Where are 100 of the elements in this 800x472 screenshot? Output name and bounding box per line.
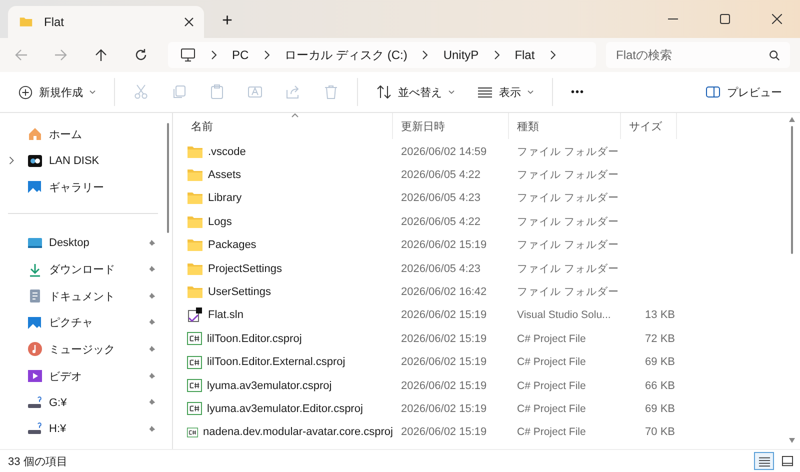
file-row[interactable]: Flat.sln 2026/06/02 15:19 Visual Studio Solu... 13 KB [187, 304, 784, 328]
date-cell-text: 2026/06/02 15:19 [400, 332, 488, 345]
file-row[interactable]: lilToon.Editor.csproj 2026/06/02 15:19 C# Project File 72 KB [187, 327, 784, 351]
file-name: lyuma.av3emulator.csproj [207, 380, 332, 392]
close-icon[interactable] [772, 14, 782, 24]
sidebar-item[interactable]: G:¥ [0, 389, 164, 416]
sidebar-item[interactable]: ダウンロード [0, 256, 164, 283]
window-tab[interactable]: Flat [8, 6, 204, 38]
file-row[interactable]: nadena.dev.modular-avatar.core.csproj 2026/06/02 15:19 C# Project File 70 KB [187, 420, 784, 444]
type-cell-text: ファイル フォルダー [516, 285, 620, 300]
scissors-icon [133, 84, 149, 100]
file-name: lilToon.Editor.csproj [207, 332, 302, 345]
pin-icon[interactable] [147, 398, 156, 408]
pin-icon[interactable] [147, 424, 156, 434]
search-field[interactable]: Flatの検索 [606, 42, 790, 68]
breadcrumb-item[interactable]: UnityP [443, 48, 479, 62]
column-header[interactable]: 更新日時 [393, 113, 509, 139]
column-header[interactable]: サイズ [621, 113, 677, 139]
folder-icon [187, 191, 203, 206]
pin-icon[interactable] [147, 344, 156, 354]
chevron-icon[interactable] [548, 50, 557, 60]
type-cell-text: ファイル フォルダー [516, 144, 620, 159]
maximize-icon[interactable] [720, 14, 730, 24]
sidebar-item[interactable]: ギャラリー [0, 174, 164, 201]
file-name: Assets [208, 169, 242, 182]
address-field[interactable]: PC ローカル ディスク (C:) UnityP Flat [168, 42, 596, 68]
search-icon [769, 50, 780, 61]
chevron-icon[interactable] [421, 50, 430, 60]
view-button[interactable]: 表示 [467, 77, 544, 107]
size-cell-text: 13 KB [644, 309, 676, 322]
date-cell-text: 2026/06/02 14:59 [400, 146, 488, 158]
size-cell-text: 69 KB [644, 402, 676, 415]
monitor-icon [180, 47, 196, 63]
forward-arrow-icon[interactable] [54, 48, 68, 62]
sidebar-item[interactable]: ドキュメント [0, 282, 164, 310]
share-icon [285, 84, 301, 100]
pin-icon[interactable] [147, 292, 156, 301]
file-name: Logs [208, 216, 232, 228]
chevron-icon[interactable] [8, 156, 15, 166]
type-cell-text: ファイル フォルダー [516, 191, 620, 206]
csharp-file-icon [187, 426, 198, 439]
up-arrow-icon[interactable] [94, 48, 108, 62]
file-name: Packages [208, 239, 256, 252]
file-row[interactable]: lilToon.Editor.External.csproj 2026/06/02 15:19 C# Project File 69 KB [187, 350, 784, 374]
pin-icon[interactable] [147, 238, 156, 248]
column-header[interactable]: 種類 [509, 113, 621, 139]
video-icon [27, 368, 43, 384]
sidebar-label: ホーム [49, 128, 82, 142]
details-view-button[interactable] [754, 452, 774, 470]
tab-title: Flat [44, 15, 66, 29]
folder-icon [187, 168, 203, 182]
sidebar-item[interactable]: Desktop [0, 230, 164, 256]
chevron-icon[interactable] [492, 50, 501, 60]
file-row[interactable]: lyuma.av3emulator.Editor.csproj 2026/06/02 15:19 C# Project File 69 KB [187, 397, 784, 421]
sidebar-item[interactable]: ミュージック [0, 336, 164, 363]
size-cell-text: 70 KB [644, 426, 676, 438]
new-tab-button[interactable]: + [222, 10, 233, 30]
scrollbar-thumb[interactable] [791, 126, 793, 254]
file-row[interactable]: Packages 2026/06/02 15:19 ファイル フォルダー [187, 234, 784, 257]
scroll-down-icon[interactable] [789, 438, 795, 443]
preview-button[interactable]: プレビュー [695, 77, 792, 107]
refresh-icon[interactable] [134, 48, 148, 62]
sort-button[interactable]: 並べ替え [366, 77, 465, 107]
date-cell-text: 2026/06/02 15:19 [400, 380, 488, 392]
tiles-icon [780, 456, 794, 466]
file-row[interactable]: Logs 2026/06/05 4:22 ファイル フォルダー [187, 210, 784, 234]
file-name: .vscode [208, 146, 246, 158]
date-cell-text: 2026/06/02 15:19 [400, 356, 488, 368]
close-icon[interactable] [184, 17, 194, 27]
sidebar-label: ミュージック [49, 342, 115, 357]
breadcrumb-item[interactable]: PC [232, 48, 249, 62]
folder-icon [187, 144, 203, 159]
column-header[interactable]: 名前 [187, 113, 393, 139]
file-row[interactable]: ProjectSettings 2026/06/05 4:23 ファイル フォルダー [187, 256, 784, 280]
pin-icon[interactable] [147, 372, 156, 381]
breadcrumb-item[interactable]: ローカル ディスク (C:) [284, 46, 408, 64]
file-row[interactable]: .vscode 2026/06/02 14:59 ファイル フォルダー [187, 140, 784, 164]
file-row[interactable]: Library 2026/06/05 4:23 ファイル フォルダー [187, 186, 784, 210]
file-row[interactable]: Assets 2026/06/05 4:22 ファイル フォルダー [187, 163, 784, 187]
chevron-icon[interactable] [262, 50, 271, 60]
sidebar-item[interactable]: ピクチャ [0, 310, 164, 336]
new-button[interactable]: 新規作成 [8, 77, 106, 107]
sidebar-item[interactable]: ビデオ [0, 362, 164, 390]
breadcrumb-item[interactable]: Flat [514, 48, 535, 62]
file-row[interactable]: lyuma.av3emulator.csproj 2026/06/02 15:19 C# Project File 66 KB [187, 374, 784, 398]
pin-icon[interactable] [147, 318, 156, 328]
back-arrow-icon[interactable] [14, 48, 28, 62]
type-cell-text: Visual Studio Solu... [516, 309, 612, 322]
more-button[interactable]: ••• [561, 77, 595, 107]
file-row[interactable]: UserSettings 2026/06/02 16:42 ファイル フォルダー [187, 280, 784, 304]
pin-icon[interactable] [147, 265, 156, 274]
sidebar-item[interactable]: ホーム [0, 121, 164, 148]
scrollbar-thumb[interactable] [167, 123, 169, 233]
sidebar-item[interactable]: H:¥ [0, 416, 164, 443]
sidebar-label: ダウンロード [49, 263, 115, 278]
sidebar-item[interactable]: LAN DISK [0, 148, 164, 174]
scroll-up-icon[interactable] [789, 117, 795, 122]
chevron-icon[interactable] [210, 50, 218, 60]
item-count: 33 個の項目 [8, 454, 68, 468]
file-name: lilToon.Editor.External.csproj [207, 356, 346, 368]
